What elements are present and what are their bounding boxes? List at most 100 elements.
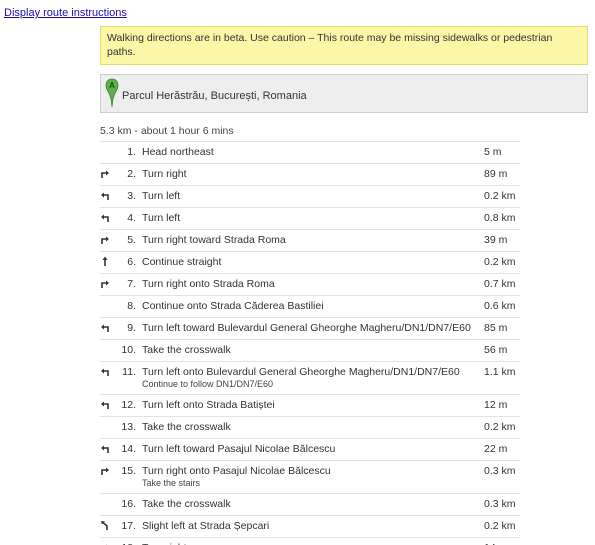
turn-left-icon [100,439,112,461]
step-instruction: Turn left [142,186,480,208]
marker-letter: A [109,81,115,90]
step-distance: 0.3 km [484,498,516,510]
step-instruction: Take the crosswalk [142,340,480,362]
step-number: 14. [121,443,136,455]
step-number: 3. [127,190,136,202]
direction-step-row[interactable]: 17. Slight left at Strada Șepcari 0.2 km [100,515,520,538]
step-distance: 5 m [484,146,502,158]
direction-step-row[interactable]: 13. Take the crosswalk 0.2 km [100,416,520,439]
step-distance: 85 m [484,322,508,334]
no-icon [100,417,112,439]
step-instruction: Continue onto Strada Căderea Bastiliei [142,296,480,318]
step-instruction-text: Take the crosswalk [142,421,231,433]
step-instruction-text: Head northeast [142,146,214,158]
no-icon [100,340,112,362]
step-distance: 0.2 km [484,256,516,268]
step-instruction: Take the crosswalk [142,417,480,439]
step-distance: 56 m [484,344,508,356]
step-number: 15. [121,465,136,477]
turn-left-icon [100,318,112,340]
step-number: 12. [121,399,136,411]
step-instruction-text: Turn right onto Pasajul Nicolae Bălcescu [142,465,331,477]
step-instruction-text: Continue straight [142,256,222,268]
start-location-box: A Parcul Herăstrău, București, Romania [100,74,588,113]
step-distance: 0.2 km [484,190,516,202]
direction-step-row[interactable]: 7. Turn right onto Strada Roma 0.7 km [100,273,520,296]
step-distance: 0.3 km [484,465,516,477]
step-number: 9. [127,322,136,334]
step-instruction: Turn left onto Strada Batiștei [142,395,480,417]
direction-step-row[interactable]: 6. Continue straight 0.2 km [100,251,520,274]
beta-warning-banner: Walking directions are in beta. Use caut… [100,26,588,65]
directions-steps-table: 1. Head northeast 5 m 2. Turn right 89 m 3. Tur… [100,141,520,545]
step-instruction-text: Turn left [142,190,181,202]
turn-left-icon [100,208,112,230]
turn-right-icon [100,274,112,296]
direction-step-row[interactable]: 5. Turn right toward Strada Roma 39 m [100,229,520,252]
step-number: 16. [121,498,136,510]
step-instruction-text: Turn right toward Strada Roma [142,234,286,246]
step-distance: 12 m [484,399,508,411]
step-instruction: Head northeast [142,142,480,164]
step-instruction-text: Turn left [142,212,181,224]
direction-step-row[interactable]: 2. Turn right 89 m [100,163,520,186]
route-summary: 5.3 km - about 1 hour 6 mins [100,125,234,137]
step-instruction: Take the crosswalk [142,494,480,516]
display-route-instructions-link[interactable]: Display route instructions [4,7,127,19]
step-instruction: Turn right [142,164,480,186]
start-address: Parcul Herăstrău, București, Romania [122,90,307,102]
direction-step-row[interactable]: 9. Turn left toward Bulevardul General Gh… [100,317,520,340]
step-distance: 0.8 km [484,212,516,224]
step-distance: 14 m [480,538,520,545]
step-number: 8. [127,300,136,312]
step-number: 18. [112,538,142,545]
step-instruction-text: Turn right onto Strada Roma [142,278,275,290]
step-instruction: Continue straight [142,252,480,274]
direction-step-row[interactable]: 18.Turn right14 m [100,537,520,545]
step-number: 1. [127,146,136,158]
turn-right-icon [100,538,112,545]
directions-page: Display route instructions Walking direc… [0,0,595,545]
step-instruction-text: Take the crosswalk [142,498,231,510]
step-instruction-text: Slight left at Strada Șepcari [142,520,270,532]
direction-step-row[interactable]: 1. Head northeast 5 m [100,141,520,164]
direction-step-row[interactable]: 16. Take the crosswalk 0.3 km [100,493,520,516]
turn-left-icon [100,186,112,208]
turn-right-icon [100,461,112,494]
step-instruction-text: Turn left onto Bulevardul General Gheorg… [142,366,460,378]
step-instruction: Turn left onto Bulevardul General Gheorg… [142,362,480,395]
step-instruction: Turn right onto Pasajul Nicolae Bălcescu… [142,461,480,494]
map-marker-a-icon: A [105,78,119,108]
no-icon [100,142,112,164]
direction-step-row[interactable]: 14. Turn left toward Pasajul Nicolae Bălc… [100,438,520,461]
step-instruction: Turn left toward Pasajul Nicolae Bălcesc… [142,439,480,461]
turn-right-icon [100,230,112,252]
step-instruction: Slight left at Strada Șepcari [142,516,480,538]
step-instruction-text: Turn left onto Strada Batiștei [142,399,275,411]
step-number: 11. [122,366,136,378]
step-instruction: Turn left [142,208,480,230]
direction-step-row[interactable]: 15. Turn right onto Pasajul Nicolae Bălce… [100,460,520,494]
slight-left-icon [100,516,112,538]
step-number: 5. [127,234,136,246]
step-distance: 89 m [484,168,508,180]
turn-left-icon [100,362,112,395]
direction-step-row[interactable]: 8. Continue onto Strada Căderea Bastiliei… [100,295,520,318]
step-sub-instruction: Take the stairs [142,478,201,488]
step-distance: 0.2 km [484,520,516,532]
direction-step-row[interactable]: 10. Take the crosswalk 56 m [100,339,520,362]
step-instruction-text: Continue onto Strada Căderea Bastiliei [142,300,324,312]
direction-step-row[interactable]: 3. Turn left 0.2 km [100,185,520,208]
step-instruction-text: Turn left toward Bulevardul General Gheo… [142,322,471,334]
step-distance: 39 m [484,234,508,246]
direction-step-row[interactable]: 12. Turn left onto Strada Batiștei 12 m [100,394,520,417]
step-distance: 1.1 km [484,366,516,378]
turn-right-icon [100,164,112,186]
direction-step-row[interactable]: 11. Turn left onto Bulevardul General Ghe… [100,361,520,395]
step-number: 6. [127,256,136,268]
step-instruction: Turn right toward Strada Roma [142,230,480,252]
direction-step-row[interactable]: 4. Turn left 0.8 km [100,207,520,230]
step-instruction: Turn right onto Strada Roma [142,274,480,296]
turn-left-icon [100,395,112,417]
step-distance: 0.7 km [484,278,516,290]
